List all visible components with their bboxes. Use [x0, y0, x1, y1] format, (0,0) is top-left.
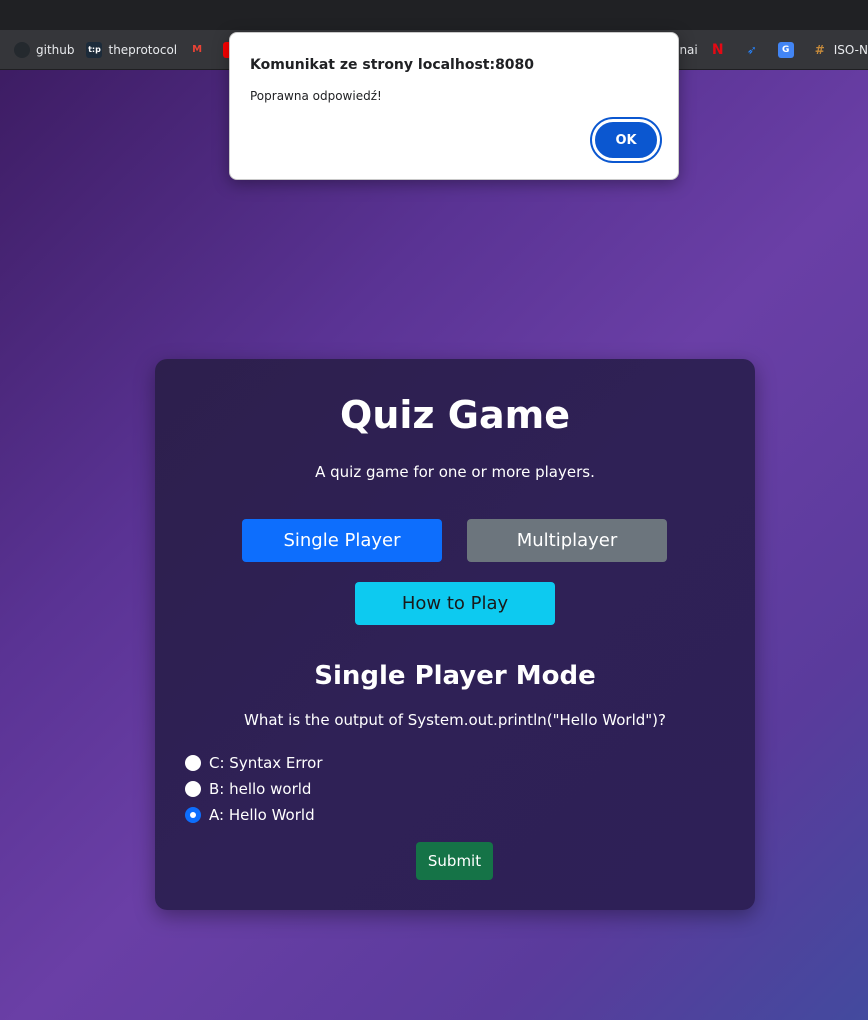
bookmark-github[interactable]: github	[0, 30, 80, 69]
submit-button[interactable]: Submit	[416, 842, 493, 880]
answer-label: A: Hello World	[209, 806, 315, 824]
netflix-icon: N	[711, 41, 724, 58]
bookmark-label: theprotocol	[108, 42, 178, 57]
jira-icon: ➶	[746, 42, 757, 57]
multiplayer-button[interactable]: Multiplayer	[467, 519, 667, 562]
browser-tab-strip	[0, 0, 868, 30]
alert-dialog: Komunikat ze strony localhost:8080 Popra…	[229, 32, 679, 180]
quiz-card: Quiz Game A quiz game for one or more pl…	[155, 359, 755, 910]
ok-button[interactable]: OK	[592, 119, 660, 161]
gmail-icon: M	[192, 43, 203, 55]
answer-options: C: Syntax Error B: hello world A: Hello …	[185, 750, 322, 828]
bookmark-iso[interactable]: # ISO-N	[806, 30, 868, 69]
mode-title: Single Player Mode	[314, 661, 596, 691]
question-text: What is the output of System.out.println…	[244, 711, 666, 729]
bookmark-label: github	[36, 42, 75, 57]
theprotocol-icon: t:p	[86, 41, 103, 58]
bookmark-label: ISO-N	[833, 42, 868, 57]
page-subtitle: A quiz game for one or more players.	[315, 463, 595, 481]
answer-label: C: Syntax Error	[209, 754, 323, 772]
bookmark-jira[interactable]: ➶	[738, 30, 772, 69]
bookmark-theprotocol[interactable]: t:p theprotocol	[80, 30, 183, 69]
radio-button[interactable]	[185, 781, 201, 797]
dialog-title: Komunikat ze strony localhost:8080	[250, 57, 535, 73]
bookmark-gmail[interactable]: M	[183, 30, 217, 69]
dialog-message: Poprawna odpowiedź!	[250, 89, 382, 103]
bookmark-translate[interactable]: G	[772, 30, 806, 69]
answer-label: B: hello world	[209, 780, 312, 798]
radio-button[interactable]	[185, 755, 201, 771]
github-icon	[14, 41, 30, 58]
how-to-play-button[interactable]: How to Play	[355, 582, 555, 625]
answer-option-a[interactable]: A: Hello World	[185, 802, 322, 828]
answer-option-b[interactable]: B: hello world	[185, 776, 322, 802]
radio-button-selected[interactable]	[185, 807, 201, 823]
single-player-button[interactable]: Single Player	[242, 519, 442, 562]
iso-icon: #	[814, 42, 825, 57]
translate-icon: G	[777, 41, 794, 58]
answer-option-c[interactable]: C: Syntax Error	[185, 750, 322, 776]
bookmark-netflix[interactable]: N	[704, 30, 738, 69]
page-title: Quiz Game	[340, 393, 570, 437]
